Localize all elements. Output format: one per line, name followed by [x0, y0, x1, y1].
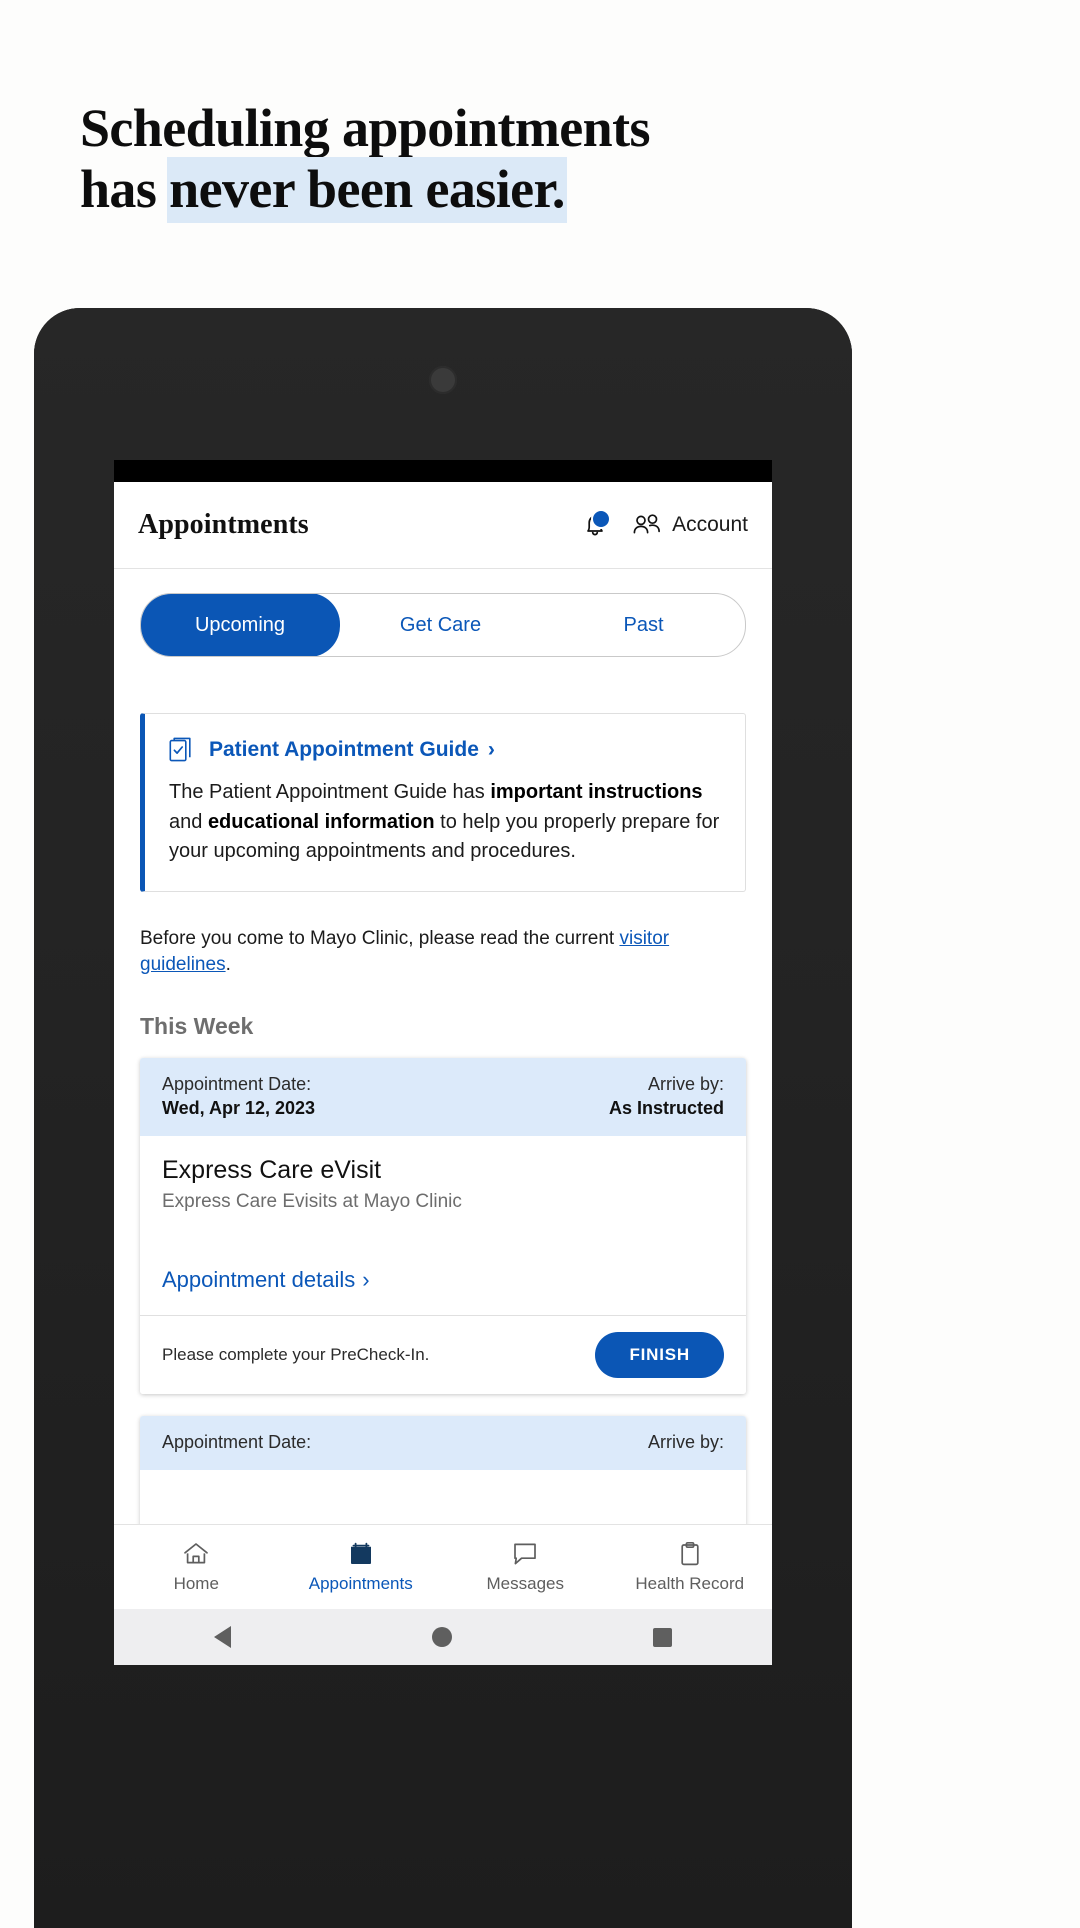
nav-item-health-record[interactable]: Health Record [608, 1541, 773, 1594]
visitor-notice-text-after: . [225, 954, 231, 976]
headline-highlight: never been easier. [169, 159, 565, 222]
people-icon [633, 514, 661, 534]
guide-card-title: Patient Appointment Guide [209, 738, 479, 761]
headline-line-1: Scheduling appointments [80, 98, 650, 158]
appointment-details-label: Appointment details [162, 1266, 356, 1292]
precheckin-row: Please complete your PreCheck-In. FINISH [140, 1314, 746, 1394]
appointment-card[interactable]: Appointment Date: Arrive by: [140, 1415, 746, 1524]
app-header: Appointments Account [114, 482, 772, 569]
recents-button-icon[interactable] [652, 1627, 672, 1647]
document-check-icon [169, 737, 191, 762]
guide-card-title-row[interactable]: Patient Appointment Guide › [209, 738, 495, 762]
nav-item-health-record-label: Health Record [635, 1573, 745, 1593]
appointment-date-col: Appointment Date: Wed, Apr 12, 2023 [162, 1074, 315, 1119]
appointment-date-col: Appointment Date: [162, 1432, 311, 1453]
appointment-card[interactable]: Appointment Date: Wed, Apr 12, 2023 Arri… [140, 1057, 746, 1394]
notification-badge [591, 509, 612, 529]
arrive-by-label: Arrive by: [647, 1431, 724, 1452]
chevron-right-icon: › [362, 1266, 370, 1292]
guide-card-body: The Patient Appointment Guide has import… [169, 778, 721, 867]
notifications-button[interactable] [580, 509, 612, 541]
front-camera-icon [429, 366, 457, 394]
guide-body-part-1: The Patient Appointment Guide has [169, 781, 491, 803]
appointment-date-label: Appointment Date: [162, 1431, 312, 1452]
appointment-tabs: Upcoming Get Care Past [140, 593, 746, 657]
account-button[interactable]: Account [632, 513, 748, 537]
tab-upcoming[interactable]: Upcoming [141, 594, 340, 656]
arrive-by-label: Arrive by: [647, 1073, 724, 1094]
visitor-notice-text-before: Before you come to Mayo Clinic, please r… [140, 927, 620, 949]
nav-item-messages[interactable]: Messages [443, 1541, 608, 1594]
tablet-device-frame: Appointments Account Upcoming Get Care P… [34, 308, 852, 1928]
chevron-right-icon: › [487, 738, 495, 761]
guide-body-bold-1: important instructions [490, 781, 703, 803]
appointment-subtitle: Express Care Evisits at Mayo Clinic [162, 1190, 462, 1212]
patient-appointment-guide-card[interactable]: Patient Appointment Guide › The Patient … [140, 713, 746, 892]
android-system-nav [114, 1609, 772, 1665]
arrive-by-col: Arrive by: As Instructed [609, 1074, 724, 1119]
appointment-body [140, 1469, 746, 1524]
header-actions: Account [580, 509, 748, 541]
headline-line-2-plain: has [80, 159, 170, 220]
arrive-by-col: Arrive by: [648, 1432, 724, 1453]
nav-item-appointments[interactable]: Appointments [279, 1541, 444, 1594]
scroll-content[interactable]: Patient Appointment Guide › The Patient … [114, 657, 772, 1524]
appointment-details-link[interactable]: Appointment details › [162, 1267, 724, 1315]
appointment-date-header: Appointment Date: Wed, Apr 12, 2023 Arri… [140, 1057, 746, 1136]
home-button-icon[interactable] [431, 1627, 452, 1647]
clipboard-icon [681, 1541, 699, 1565]
page-title: Appointments [138, 509, 309, 540]
nav-item-home[interactable]: Home [114, 1541, 279, 1594]
finish-button[interactable]: FINISH [595, 1331, 724, 1378]
section-title-this-week: This Week [140, 1012, 254, 1039]
account-label: Account [672, 513, 748, 536]
nav-item-messages-label: Messages [486, 1573, 564, 1593]
tabs-zone: Upcoming Get Care Past [114, 569, 772, 657]
message-bubble-icon [514, 1543, 537, 1564]
status-bar [114, 460, 772, 482]
home-icon [184, 1542, 209, 1563]
appointment-body: Express Care eVisit Express Care Evisits… [140, 1135, 746, 1315]
device-screen: Appointments Account Upcoming Get Care P… [114, 460, 772, 1665]
guide-body-bold-2: educational information [207, 810, 435, 833]
appointment-date-label: Appointment Date: [162, 1073, 312, 1094]
guide-card-header: Patient Appointment Guide › [169, 736, 721, 764]
appointment-date-header: Appointment Date: Arrive by: [140, 1415, 746, 1470]
tab-get-care[interactable]: Get Care [339, 594, 542, 656]
visitor-notice: Before you come to Mayo Clinic, please r… [140, 926, 746, 979]
bottom-navigation: Home Appointments Messages Health Record [114, 1524, 772, 1609]
back-button-icon[interactable] [214, 1626, 232, 1648]
precheckin-text: Please complete your PreCheck-In. [162, 1344, 430, 1364]
promo-headline: Scheduling appointments has never been e… [80, 98, 840, 222]
headline-line-2: has never been easier. [80, 159, 840, 222]
arrive-by-value: As Instructed [608, 1097, 724, 1118]
appointment-date-value: Wed, Apr 12, 2023 [162, 1097, 316, 1118]
nav-item-home-label: Home [173, 1573, 219, 1593]
guide-body-part-2: and [169, 810, 208, 833]
tab-past[interactable]: Past [542, 594, 745, 656]
calendar-icon [350, 1542, 371, 1564]
appointment-name: Express Care eVisit [162, 1155, 382, 1184]
nav-item-appointments-label: Appointments [308, 1573, 413, 1593]
